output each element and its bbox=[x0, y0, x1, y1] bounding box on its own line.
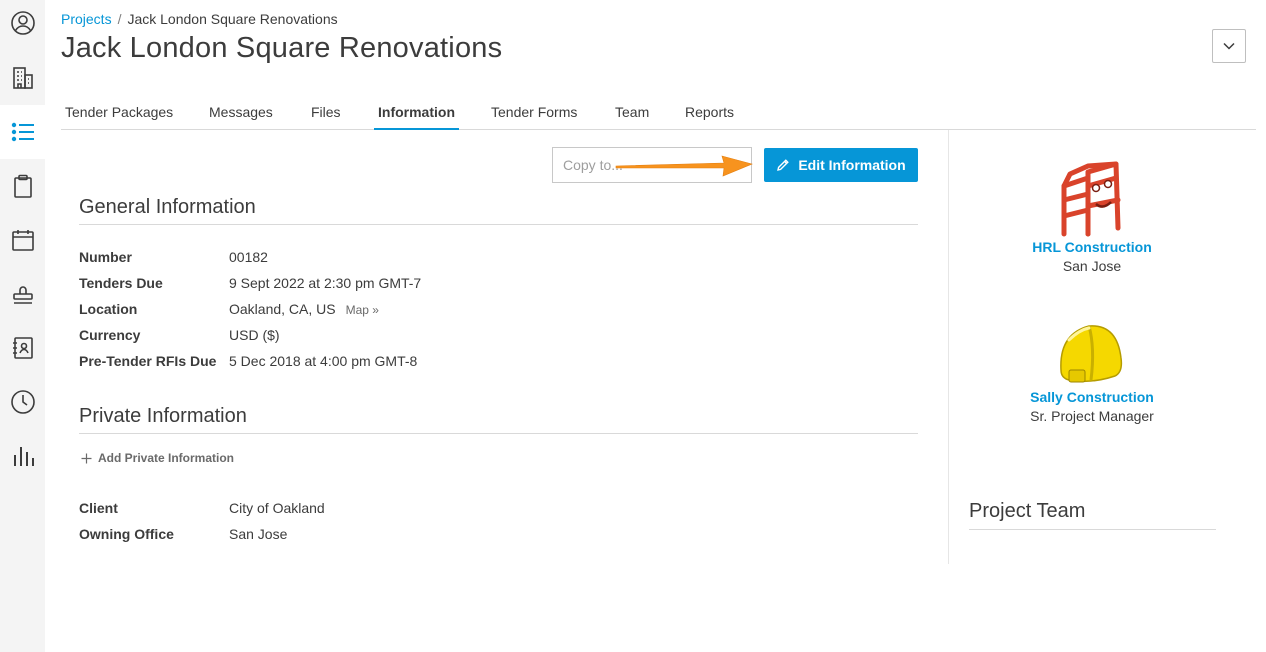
company-role: Sr. Project Manager bbox=[1030, 408, 1154, 424]
plus-icon bbox=[81, 453, 92, 463]
add-private-information-link[interactable]: Add Private Information bbox=[81, 451, 234, 465]
red-steel-frame-logo bbox=[1061, 161, 1121, 237]
field-label-tenders-due: Tenders Due bbox=[79, 275, 163, 291]
tab-messages[interactable]: Messages bbox=[205, 104, 277, 130]
clock-icon bbox=[10, 390, 35, 414]
company-location: San Jose bbox=[1062, 258, 1122, 274]
nav-profile[interactable] bbox=[0, 0, 45, 50]
company-card-sally: Sally Construction Sr. Project Manager bbox=[1000, 389, 1184, 424]
field-value-tenders-due: 9 Sept 2022 at 2:30 pm GMT-7 bbox=[229, 275, 422, 291]
breadcrumb-projects-link[interactable]: Projects bbox=[61, 11, 112, 27]
field-value-location-row: Oakland, CA, US Map » bbox=[229, 301, 379, 317]
tab-files[interactable]: Files bbox=[307, 104, 345, 130]
field-label-number: Number bbox=[79, 249, 132, 265]
nav-approvals[interactable] bbox=[0, 267, 45, 321]
map-link[interactable]: Map » bbox=[346, 303, 379, 317]
page-title: Jack London Square Renovations bbox=[61, 32, 503, 64]
tab-reports[interactable]: Reports bbox=[681, 104, 738, 130]
user-circle-icon bbox=[10, 11, 35, 35]
breadcrumb: Projects / Jack London Square Renovations bbox=[61, 11, 338, 27]
field-value-number: 00182 bbox=[229, 249, 268, 265]
chevron-down-icon bbox=[1223, 42, 1235, 50]
tab-team[interactable]: Team bbox=[611, 104, 653, 130]
field-label-rfis-due: Pre-Tender RFIs Due bbox=[79, 353, 217, 369]
tab-tender-forms[interactable]: Tender Forms bbox=[487, 104, 581, 130]
company-name-link[interactable]: Sally Construction bbox=[1000, 389, 1184, 405]
list-icon bbox=[11, 122, 34, 142]
annotation-arrow bbox=[615, 155, 753, 177]
general-information-heading: General Information bbox=[79, 196, 256, 218]
general-information-divider bbox=[79, 224, 918, 225]
nav-companies[interactable] bbox=[0, 51, 45, 105]
nav-tasks[interactable] bbox=[0, 159, 45, 213]
tab-information[interactable]: Information bbox=[374, 104, 459, 130]
tab-tender-packages[interactable]: Tender Packages bbox=[61, 104, 177, 130]
nav-reports[interactable] bbox=[0, 429, 45, 483]
column-divider bbox=[948, 130, 949, 564]
field-label-location: Location bbox=[79, 301, 138, 317]
bar-chart-icon bbox=[13, 447, 34, 466]
nav-calendar[interactable] bbox=[0, 213, 45, 267]
left-sidebar bbox=[0, 0, 45, 652]
field-label-currency: Currency bbox=[79, 327, 141, 343]
calendar-icon bbox=[11, 230, 34, 251]
field-value-owning-office: San Jose bbox=[229, 526, 288, 542]
field-label-owning-office: Owning Office bbox=[79, 526, 174, 542]
breadcrumb-current: Jack London Square Renovations bbox=[127, 11, 338, 27]
building-icon bbox=[12, 67, 33, 89]
clipboard-icon bbox=[13, 174, 32, 198]
contacts-book-icon bbox=[12, 337, 33, 359]
edit-information-label: Edit Information bbox=[798, 157, 906, 173]
field-label-client: Client bbox=[79, 500, 118, 516]
private-information-divider bbox=[79, 433, 918, 434]
add-private-information-label: Add Private Information bbox=[98, 451, 235, 465]
field-value-location: Oakland, CA, US bbox=[229, 301, 336, 317]
field-value-currency: USD ($) bbox=[229, 327, 280, 343]
yellow-hard-hat-logo bbox=[1060, 325, 1123, 383]
private-information-heading: Private Information bbox=[79, 405, 247, 427]
nav-projects[interactable] bbox=[0, 105, 45, 159]
project-team-divider bbox=[969, 529, 1216, 530]
project-options-dropdown[interactable] bbox=[1212, 29, 1246, 63]
breadcrumb-separator: / bbox=[117, 11, 122, 27]
field-value-rfis-due: 5 Dec 2018 at 4:00 pm GMT-8 bbox=[229, 353, 418, 369]
company-card-hrl: HRL Construction San Jose bbox=[1000, 239, 1184, 274]
company-name-link[interactable]: HRL Construction bbox=[1000, 239, 1184, 255]
edit-information-button[interactable]: Edit Information bbox=[764, 148, 918, 182]
pencil-icon bbox=[777, 159, 790, 171]
field-value-client: City of Oakland bbox=[229, 500, 325, 516]
project-tabs: Tender Packages Messages Files Informati… bbox=[61, 97, 1256, 130]
nav-history[interactable] bbox=[0, 375, 45, 429]
project-team-heading: Project Team bbox=[969, 500, 1086, 522]
nav-contacts[interactable] bbox=[0, 321, 45, 375]
stamp-icon bbox=[12, 286, 33, 304]
